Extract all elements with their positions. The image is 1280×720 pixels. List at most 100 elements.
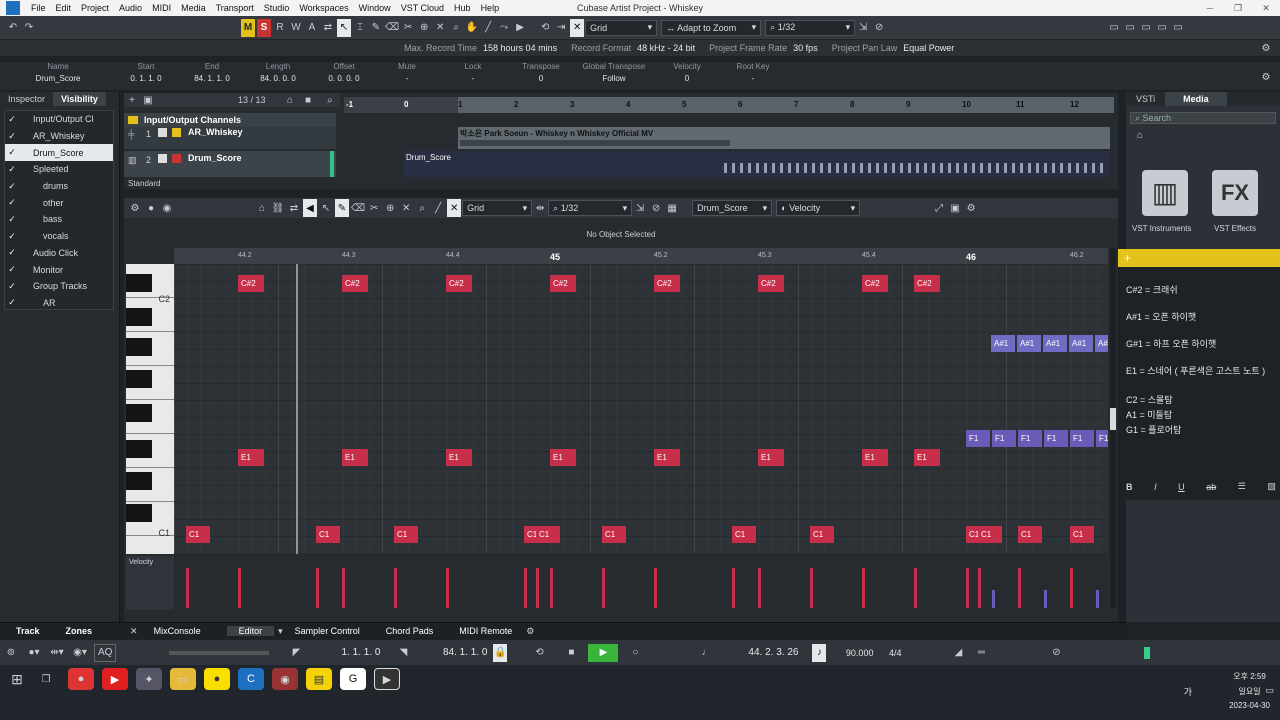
editor-quantize-icon[interactable]: ⇲	[633, 199, 647, 217]
checkbox-icon[interactable]: ✓	[5, 231, 19, 242]
midi-note[interactable]: E1	[758, 449, 784, 466]
zoom-icon[interactable]: ⌕	[449, 19, 463, 37]
black-key[interactable]	[126, 338, 152, 356]
minimize-icon[interactable]: ─	[1196, 0, 1224, 16]
midi-note[interactable]: A#1	[1017, 335, 1041, 352]
visibility-item[interactable]: ✓ drums	[5, 178, 113, 195]
visibility-item[interactable]: ✓ Audio Click	[5, 245, 113, 262]
piano-keyboard[interactable]: C2 C1	[126, 264, 174, 554]
tab-vsti[interactable]: VSTi	[1126, 92, 1165, 106]
image-icon[interactable]: ▨	[1267, 481, 1276, 492]
velocity-bar[interactable]	[342, 568, 345, 608]
midi-note[interactable]: E1	[342, 449, 368, 466]
editor-erase-icon[interactable]: ⌫	[351, 199, 365, 217]
velocity-bar[interactable]	[536, 568, 539, 608]
midi-note[interactable]: A#1	[1043, 335, 1067, 352]
read-button[interactable]: R	[273, 19, 287, 37]
layout-2-icon[interactable]: ▭	[1123, 19, 1137, 37]
visibility-item[interactable]: ✓ Drum_Score	[5, 144, 113, 162]
layout-5-icon[interactable]: ▭	[1171, 19, 1185, 37]
input-meter-icon[interactable]: ═	[974, 644, 988, 662]
editor-snap-icon[interactable]: ✕	[447, 199, 462, 217]
transport-settings-icon[interactable]: ⊚	[4, 644, 18, 662]
menu-hub[interactable]: Hub	[449, 0, 476, 16]
visibility-item[interactable]: ✓ Spleeted	[5, 161, 113, 178]
maximize-icon[interactable]: ❐	[1224, 0, 1252, 16]
checkbox-icon[interactable]: ✓	[5, 281, 19, 292]
midi-note[interactable]: C#2	[862, 275, 888, 292]
sticky-note[interactable]: + C#2 = 크래쉬 A#1 = 오픈 하이햇 G#1 = 하프 오픈 하이햇 E1…	[1118, 249, 1280, 500]
midi-note[interactable]: C1	[1018, 526, 1042, 543]
velocity-bar[interactable]	[862, 568, 865, 608]
stickies-icon[interactable]: ▤	[306, 668, 332, 690]
underline-button[interactable]: U	[1178, 482, 1185, 492]
black-key[interactable]	[126, 504, 152, 522]
info-settings-icon[interactable]: ⚙	[1259, 68, 1273, 86]
note-line[interactable]: A#1 = 오픈 하이햇	[1126, 310, 1280, 323]
add-track-icon[interactable]: +	[125, 91, 139, 109]
record-icon[interactable]: ○	[620, 644, 650, 662]
editor-draw-icon[interactable]: ✎	[335, 199, 349, 217]
velocity-bar[interactable]	[238, 568, 241, 608]
velocity-bar[interactable]	[186, 568, 189, 608]
info-transpose[interactable]: Transpose 0	[514, 62, 568, 83]
record-format-value[interactable]: 48 kHz - 24 bit	[637, 43, 695, 53]
write-button[interactable]: W	[289, 19, 303, 37]
mute-tool-icon[interactable]: ✕	[433, 19, 447, 37]
object-select-icon[interactable]: ↖	[337, 18, 351, 37]
midi-note[interactable]: C#2	[758, 275, 784, 292]
track-visibility-icon[interactable]: ⌂	[283, 91, 297, 109]
midi-note[interactable]: C#2	[446, 275, 472, 292]
velocity-bar[interactable]	[550, 568, 553, 608]
redo-icon[interactable]: ↷	[22, 19, 36, 37]
tempo-value[interactable]: 90.000	[827, 648, 874, 658]
velocity-bar[interactable]	[446, 568, 449, 608]
midi-note[interactable]: A#1	[1069, 335, 1093, 352]
black-key[interactable]	[126, 308, 152, 326]
add-folder-icon[interactable]: ▣	[141, 91, 155, 109]
auto-quantize-button[interactable]: AQ	[94, 643, 117, 662]
range-select-icon[interactable]: ⌶	[353, 19, 367, 37]
recorder-icon[interactable]: ◉	[272, 668, 298, 690]
velocity-bar[interactable]	[654, 568, 657, 608]
checkbox-icon[interactable]: ✓	[5, 147, 19, 158]
quantize-icon[interactable]: ⇲	[856, 19, 870, 37]
editor-grid-select[interactable]: Grid ▾	[462, 200, 533, 216]
line-icon[interactable]: ╱	[481, 19, 495, 37]
visibility-item[interactable]: ✓ AR_Whiskey	[5, 128, 113, 145]
tab-track[interactable]: Track	[16, 626, 40, 636]
checkbox-icon[interactable]: ✓	[5, 181, 19, 192]
midi-event[interactable]: Drum_Score	[404, 151, 1110, 177]
midi-note[interactable]: A#	[1095, 335, 1108, 352]
editor-iterative-icon[interactable]: ⊘	[649, 199, 663, 217]
note-line[interactable]: G#1 = 하프 오픈 하이햇	[1126, 337, 1280, 350]
info-lock[interactable]: Lock -	[448, 62, 498, 83]
quantize-select[interactable]: ⌕ 1/32 ▾	[765, 19, 856, 36]
checkbox-icon[interactable]: ✓	[5, 297, 19, 308]
solo-button[interactable]: S	[257, 18, 271, 37]
start-windows-icon[interactable]: ⊞	[10, 670, 24, 688]
grid-zoom-select[interactable]: ↔ Adapt to Zoom ▾	[661, 19, 762, 36]
automation-button[interactable]: A	[305, 19, 319, 37]
tab-chord-pads[interactable]: Chord Pads	[386, 626, 434, 636]
snap-icon[interactable]: ⟲	[538, 19, 552, 37]
right-locator-icon[interactable]: ◥	[396, 644, 410, 662]
track-search-icon[interactable]: ⌕	[323, 91, 337, 109]
glue-icon[interactable]: ⊕	[417, 19, 431, 37]
velocity-bar[interactable]	[1096, 590, 1099, 608]
editor-zoom-icon[interactable]: ⌕	[415, 199, 429, 217]
vst-instruments-button[interactable]: ▥ VST Instruments	[1132, 170, 1191, 233]
midi-note[interactable]: C#2	[342, 275, 368, 292]
editor-autoscroll-icon[interactable]: ⌂	[255, 199, 269, 217]
output-meter-icon[interactable]: ⊘	[1049, 644, 1063, 662]
iterative-icon[interactable]: ⊘	[872, 19, 886, 37]
menu-vst-cloud[interactable]: VST Cloud	[396, 0, 449, 16]
bold-button[interactable]: B	[1126, 482, 1133, 492]
midi-note[interactable]: C#2	[238, 275, 264, 292]
cycle-mode-icon[interactable]: ◉▾	[73, 644, 87, 662]
midi-note[interactable]: F1	[1044, 430, 1068, 447]
track-folder[interactable]: Input/Output Channels	[124, 113, 336, 127]
cycle-icon[interactable]: ⟲	[524, 644, 554, 662]
midi-note[interactable]: E1	[446, 449, 472, 466]
visibility-item[interactable]: ✓ AR	[5, 295, 113, 312]
